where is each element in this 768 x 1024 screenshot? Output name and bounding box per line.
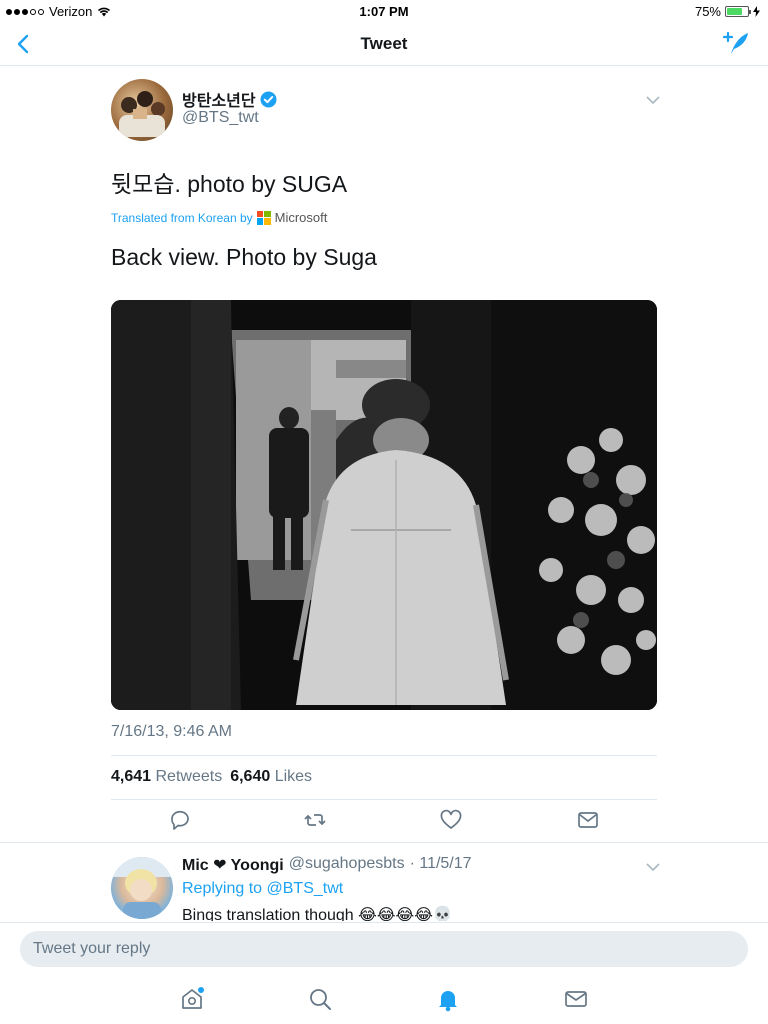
status-right: 75% [695,4,760,19]
replying-to-label: Replying to [182,880,263,897]
tweet-timestamp: 7/16/13, 9:46 AM [111,723,232,740]
charging-icon [753,6,760,17]
tweet-stats: 4,641 Retweets 6,640 Likes [111,768,312,786]
chevron-down-icon[interactable] [646,95,660,105]
tab-bar [0,974,768,1024]
battery-percent: 75% [694,4,721,19]
battery-icon [725,6,751,17]
divider [0,842,768,843]
retweets-label: Retweets [155,768,223,785]
translator-name: Microsoft [274,210,328,225]
microsoft-logo-icon [256,210,271,225]
reply-date: · 11/5/17 [409,855,472,872]
reply-author-avatar[interactable] [111,857,173,919]
verified-badge-icon [260,91,277,107]
likes-stat[interactable]: 6,640 Likes [230,768,312,786]
like-icon[interactable] [439,808,463,832]
reply-icon[interactable] [168,808,192,832]
notifications-icon[interactable] [435,986,461,1012]
reply-compose-bar [0,922,768,974]
author-display-name: 방탄소년단 [182,93,256,110]
translation-attribution[interactable]: Translated from Korean by Microsoft [111,210,327,225]
divider [111,755,657,756]
compose-tweet-icon[interactable] [722,30,750,56]
translated-from-label: Translated from Korean by [111,210,253,225]
divider [111,799,657,800]
reply-author-name[interactable]: Mic ❤ Yoongi [182,855,284,875]
chevron-down-icon[interactable] [646,862,660,872]
retweets-stat[interactable]: 4,641 Retweets [111,768,222,786]
tweet-text: 뒷모습. photo by SUGA [111,171,348,197]
tweet-translation: Back view. Photo by Suga [111,244,377,270]
reply-text: Bings translation though 😂😂😂😂💀 [182,907,453,921]
tweet-photo[interactable] [111,300,657,710]
retweets-count: 4,641 [111,768,152,785]
author-handle[interactable]: @BTS_twt [182,109,259,127]
navigation-bar: Tweet [0,22,768,66]
direct-message-icon[interactable] [576,808,600,832]
home-icon[interactable] [179,986,205,1012]
retweet-icon[interactable] [303,808,327,832]
reply-input[interactable] [20,931,748,967]
messages-icon[interactable] [563,986,589,1012]
replying-to-handle-link[interactable]: @BTS_twt [267,880,344,897]
status-bar: Verizon 1:07 PM 75% [0,0,768,22]
likes-count: 6,640 [230,768,271,785]
reply-header: Mic ❤ Yoongi @sugahopesbts · 11/5/17 [182,855,472,875]
author-avatar[interactable] [111,79,173,141]
likes-label: Likes [274,768,313,785]
clock: 1:07 PM [359,4,409,19]
replying-to: Replying to @BTS_twt [182,880,343,898]
search-icon[interactable] [307,986,333,1012]
tweet-actions [111,808,657,836]
author-name[interactable]: 방탄소년단 [182,87,277,111]
reply-author-handle[interactable]: @sugahopesbts [289,855,405,875]
page-title: Tweet [360,34,408,53]
